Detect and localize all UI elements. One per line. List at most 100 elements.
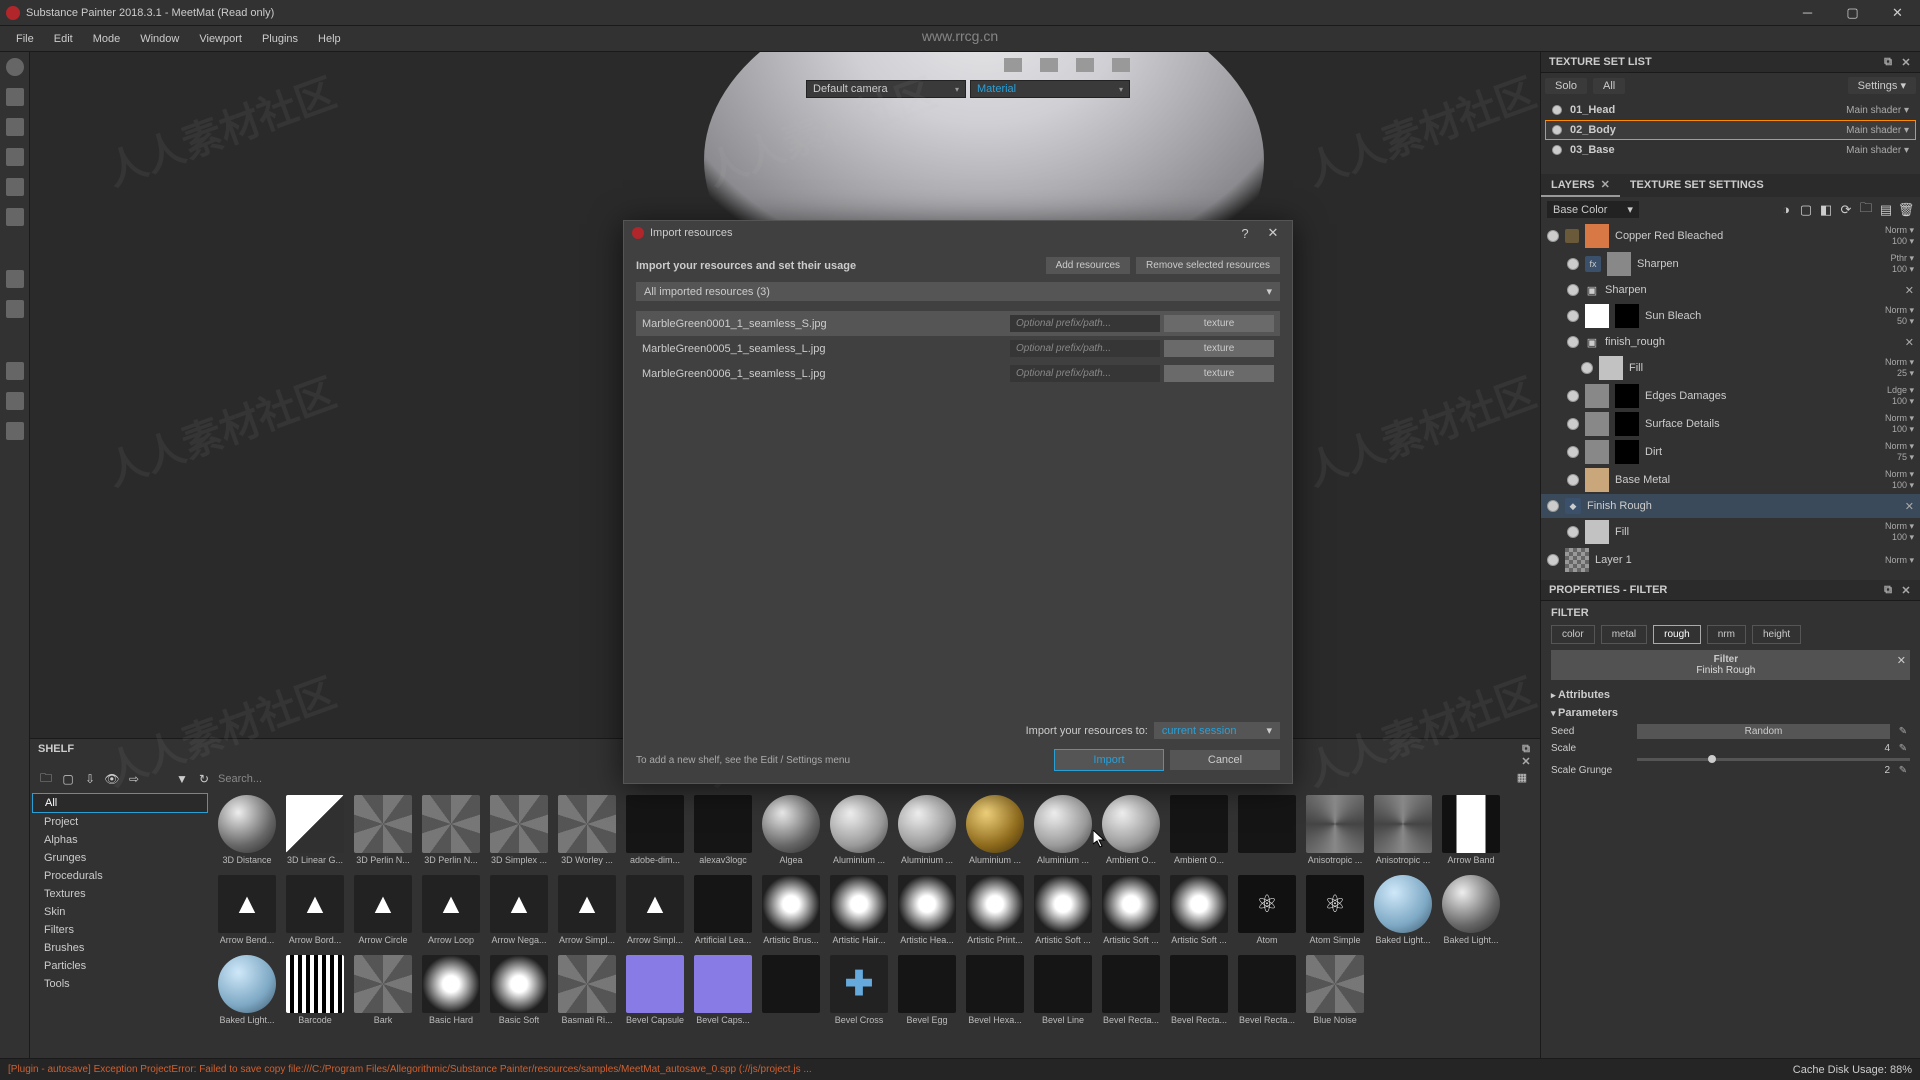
filter-slot[interactable]: ✕ Filter Finish Rough — [1551, 650, 1910, 680]
shelf-item[interactable]: Aluminium ... — [894, 795, 960, 873]
resource-type-dropdown[interactable]: texture — [1164, 365, 1274, 382]
resource-type-dropdown[interactable]: texture — [1164, 340, 1274, 357]
import-button[interactable]: Import — [1054, 749, 1164, 771]
close-dialog-button[interactable]: ✕ — [1262, 225, 1284, 241]
eraser-tool-icon[interactable] — [6, 88, 24, 106]
shader-dropdown[interactable]: Main shader ▾ — [1846, 125, 1909, 136]
shelf-item[interactable]: Anisotropic ... — [1302, 795, 1368, 873]
parameters-section[interactable]: Parameters — [1551, 704, 1910, 722]
shelf-category[interactable]: Filters — [32, 921, 208, 939]
shelf-category[interactable]: Tools — [32, 975, 208, 993]
shelf-item[interactable]: Ambient O... — [1166, 795, 1232, 873]
layer-row[interactable]: DirtNorm ▾75 ▾ — [1541, 438, 1920, 466]
layer-blend-opacity[interactable]: Ldge ▾100 ▾ — [1887, 385, 1914, 407]
shelf-item[interactable]: ⚛ Atom Simple — [1302, 875, 1368, 953]
layer-row[interactable]: fxSharpenPthr ▾100 ▾ — [1541, 250, 1920, 278]
scale-grunge-value[interactable]: 2 — [1860, 765, 1890, 776]
layer-blend-opacity[interactable]: Norm ▾100 ▾ — [1885, 469, 1914, 491]
shelf-item[interactable]: Baked Light... — [1438, 875, 1504, 953]
visibility-icon[interactable] — [1552, 145, 1562, 155]
shelf-item[interactable]: Bevel Recta... — [1098, 955, 1164, 1033]
menu-edit[interactable]: Edit — [44, 29, 83, 49]
shelf-item[interactable]: Arrow Band — [1438, 795, 1504, 873]
texture-set-row[interactable]: 01_Head Main shader ▾ — [1545, 100, 1916, 120]
projection-tool-icon[interactable] — [6, 118, 24, 136]
attributes-section[interactable]: Attributes — [1551, 686, 1910, 704]
shelf-category[interactable]: Particles — [32, 957, 208, 975]
visibility-icon[interactable] — [1567, 284, 1579, 296]
menu-viewport[interactable]: Viewport — [189, 29, 252, 49]
shelf-item[interactable]: ▲ Arrow Circle — [350, 875, 416, 953]
filter-icon[interactable]: ▼ — [174, 771, 190, 787]
close-icon[interactable]: ✕ — [1905, 500, 1914, 513]
viewport-mode-icon[interactable] — [1004, 58, 1022, 72]
shelf-item[interactable]: Artistic Brus... — [758, 875, 824, 953]
layer-blend-opacity[interactable]: Norm ▾50 ▾ — [1885, 305, 1914, 327]
shelf-item[interactable]: Bevel Capsule — [622, 955, 688, 1033]
channel-tab-nrm[interactable]: nrm — [1707, 625, 1746, 644]
shelf-item[interactable]: Artistic Soft ... — [1166, 875, 1232, 953]
resources-filter-dropdown[interactable]: All imported resources (3) ▾ — [636, 282, 1280, 301]
shelf-item[interactable]: Bark — [350, 955, 416, 1033]
close-icon[interactable]: ✕ — [1897, 654, 1906, 667]
add-layer-icon[interactable]: ▤ — [1878, 202, 1894, 218]
hide-icon[interactable]: 👁 — [104, 771, 120, 787]
export-icon[interactable]: ⇨ — [126, 771, 142, 787]
shelf-item[interactable]: 3D Perlin N... — [418, 795, 484, 873]
undock-icon[interactable]: ⧉ — [1520, 743, 1532, 755]
shelf-item[interactable]: ▲ Arrow Nega... — [486, 875, 552, 953]
material-dropdown[interactable]: Material ▾ — [970, 80, 1130, 98]
shelf-category[interactable]: Project — [32, 813, 208, 831]
layer-blend-opacity[interactable]: Norm ▾100 ▾ — [1885, 521, 1914, 543]
shelf-item[interactable]: Aluminium ... — [826, 795, 892, 873]
layer-row[interactable]: ◆Finish Rough✕ — [1541, 494, 1920, 518]
edit-icon[interactable]: ✎ — [1896, 743, 1910, 754]
shelf-item[interactable]: Aluminium ... — [962, 795, 1028, 873]
shelf-item[interactable]: Anisotropic ... — [1370, 795, 1436, 873]
grid-view-icon[interactable]: ▦ — [1514, 769, 1530, 785]
remove-resources-button[interactable]: Remove selected resources — [1136, 257, 1280, 274]
minimize-button[interactable]: ─ — [1785, 0, 1830, 26]
shelf-item[interactable] — [758, 955, 824, 1033]
visibility-icon[interactable] — [1581, 362, 1593, 374]
shelf-item[interactable]: 3D Worley ... — [554, 795, 620, 873]
layer-row[interactable]: ▣finish_rough✕ — [1541, 330, 1920, 354]
shelf-item[interactable]: Artificial Lea... — [690, 875, 756, 953]
visibility-icon[interactable] — [1567, 474, 1579, 486]
layer-row[interactable]: Edges DamagesLdge ▾100 ▾ — [1541, 382, 1920, 410]
shelf-item[interactable]: 3D Perlin N... — [350, 795, 416, 873]
shelf-item[interactable]: 3D Linear G... — [282, 795, 348, 873]
layer-blend-opacity[interactable]: Pthr ▾100 ▾ — [1890, 253, 1914, 275]
visibility-icon[interactable] — [1552, 105, 1562, 115]
resource-row[interactable]: MarbleGreen0006_1_seamless_L.jpg Optiona… — [636, 361, 1280, 386]
solo-button[interactable]: Solo — [1545, 78, 1587, 94]
shelf-item[interactable]: Bevel Recta... — [1166, 955, 1232, 1033]
layer-row[interactable]: Base MetalNorm ▾100 ▾ — [1541, 466, 1920, 494]
brush-tool-icon[interactable] — [6, 58, 24, 76]
layer-row[interactable]: ▣Sharpen✕ — [1541, 278, 1920, 302]
seed-random-button[interactable]: Random — [1637, 724, 1890, 739]
refresh-icon[interactable]: ↻ — [196, 771, 212, 787]
new-icon[interactable]: ▢ — [60, 771, 76, 787]
visibility-icon[interactable] — [1552, 125, 1562, 135]
texture-set-row[interactable]: 02_Body Main shader ▾ — [1545, 120, 1916, 140]
import-destination-dropdown[interactable]: current session ▾ — [1154, 722, 1280, 739]
channel-tab-rough[interactable]: rough — [1653, 625, 1701, 644]
shelf-item[interactable]: Artistic Soft ... — [1098, 875, 1164, 953]
add-resources-button[interactable]: Add resources — [1046, 257, 1130, 274]
layer-blend-opacity[interactable]: Norm ▾100 ▾ — [1885, 225, 1914, 247]
cancel-button[interactable]: Cancel — [1170, 750, 1280, 770]
settings-button[interactable]: Settings ▾ — [1848, 77, 1916, 94]
layer-blend-opacity[interactable]: Norm ▾75 ▾ — [1885, 441, 1914, 463]
add-effect-icon[interactable]: ◑ — [1778, 202, 1794, 218]
shelf-item[interactable]: ▲ Arrow Loop — [418, 875, 484, 953]
shelf-item[interactable]: ▲ Arrow Simpl... — [554, 875, 620, 953]
shelf-category[interactable]: Skin — [32, 903, 208, 921]
shelf-item[interactable]: Aluminium ... — [1030, 795, 1096, 873]
shelf-item[interactable]: adobe-dim... — [622, 795, 688, 873]
shelf-item[interactable]: 3D Distance — [214, 795, 280, 873]
shelf-item[interactable] — [1234, 795, 1300, 873]
fill-tool-icon[interactable] — [6, 148, 24, 166]
baking-icon[interactable] — [6, 392, 24, 410]
shelf-item[interactable]: Baked Light... — [214, 955, 280, 1033]
